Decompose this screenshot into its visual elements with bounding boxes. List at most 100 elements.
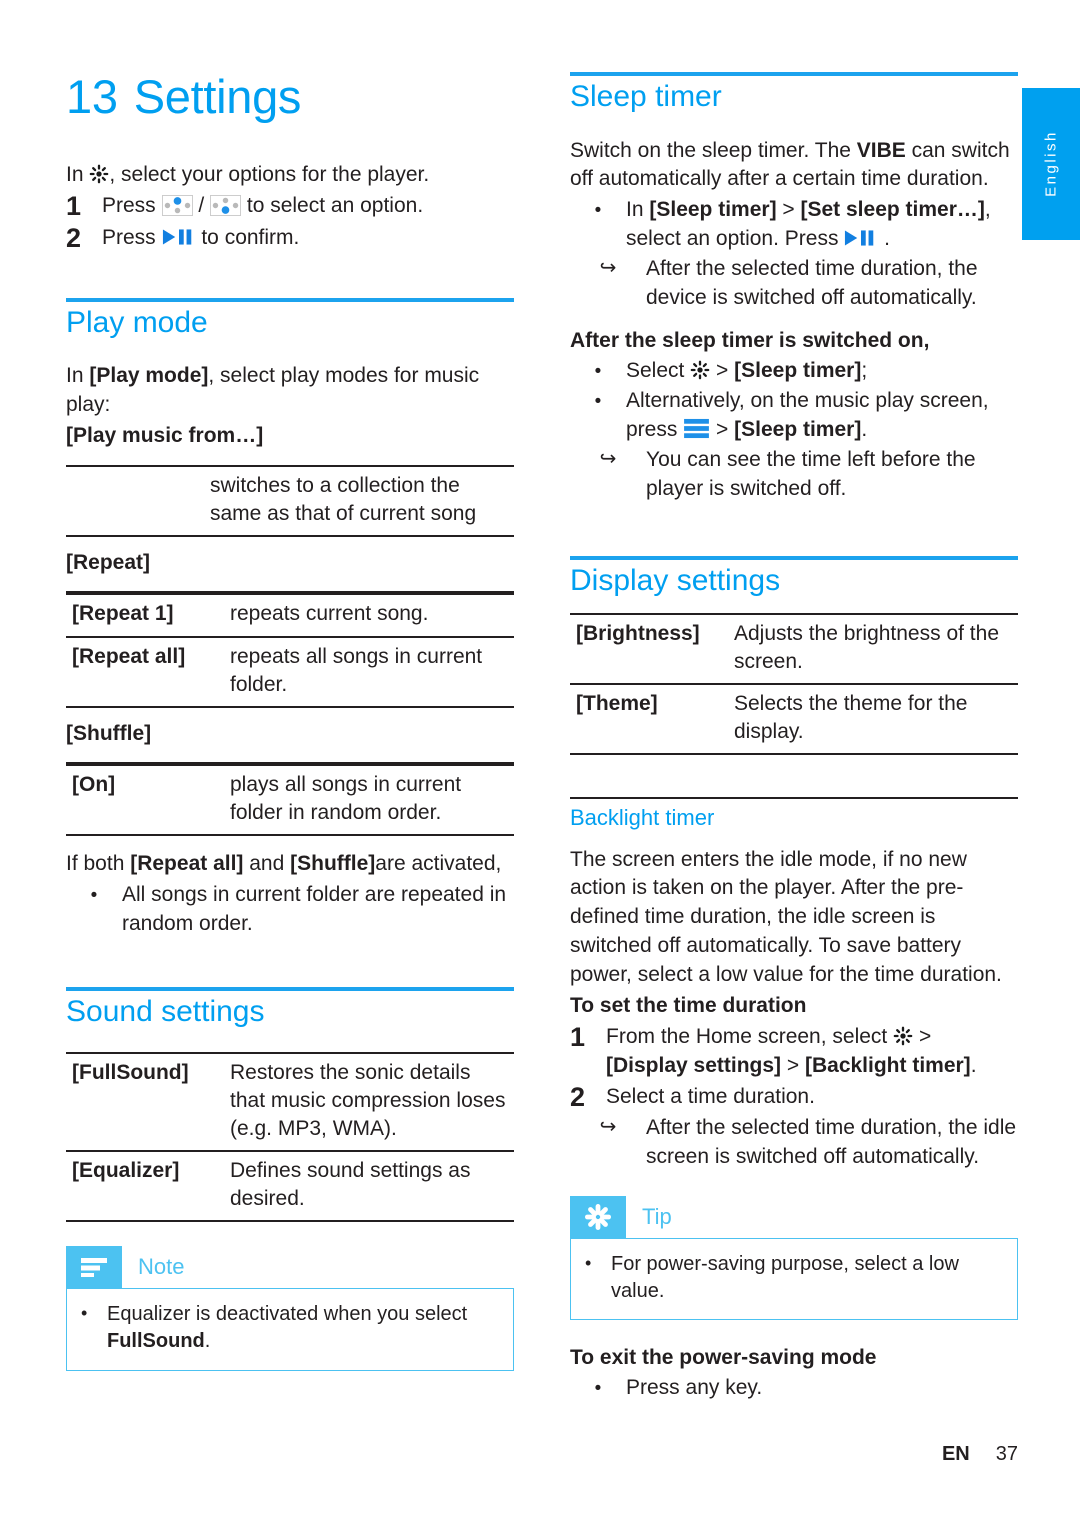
note-callout-header: Note bbox=[66, 1246, 514, 1289]
sleep-timer-intro: Switch on the sleep timer. The VIBE can … bbox=[570, 138, 1010, 191]
arrow-marker: ↪ bbox=[599, 448, 617, 471]
gear-icon bbox=[89, 163, 109, 185]
dpad-down-icon bbox=[210, 195, 242, 217]
tip-callout-title: Tip bbox=[642, 1203, 672, 1229]
sleep-timer-heading: Sleep timer bbox=[570, 80, 722, 113]
bullet-marker bbox=[66, 881, 122, 939]
row-value: Restores the sonic details that music co… bbox=[230, 1051, 514, 1153]
play-mode-intro: In [Play mode], select play modes for mu… bbox=[66, 364, 480, 417]
sleep-timer-result-2: ↪ You can see the time left before the p… bbox=[570, 446, 1018, 504]
bullet-marker: • bbox=[585, 1252, 592, 1273]
play-mode-section: Play mode In [Play mode], select play mo… bbox=[66, 297, 514, 939]
row-value: Adjusts the brightness of the screen. bbox=[734, 612, 1018, 685]
combined-modes-note: If both [Repeat all] and [Shuffle]are ac… bbox=[66, 852, 502, 876]
section-rule bbox=[570, 556, 1018, 561]
language-tab-label: English bbox=[1042, 130, 1060, 197]
step-number: 1 bbox=[66, 191, 82, 222]
row-value: Defines sound settings as desired. bbox=[230, 1151, 514, 1223]
gear-icon bbox=[893, 1025, 913, 1047]
step-text: Press to confirm. bbox=[102, 226, 300, 249]
sleep-timer-result: ↪ After the selected time duration, the … bbox=[570, 255, 1018, 313]
bullet-marker bbox=[570, 196, 626, 254]
table-row: [Repeat 1] repeats current song. bbox=[66, 593, 514, 638]
bullet-text: Press any key. bbox=[626, 1376, 763, 1400]
sound-settings-heading: Sound settings bbox=[66, 995, 265, 1029]
manual-page: 13 Settings In , select your options for … bbox=[0, 0, 1080, 1527]
set-time-duration-heading: To set the time duration bbox=[570, 994, 807, 1018]
row-key bbox=[66, 465, 210, 538]
row-key: [On] bbox=[66, 763, 230, 837]
intro-lead-before: In bbox=[66, 163, 90, 187]
menu-icon bbox=[683, 418, 710, 439]
note-callout-title: Note bbox=[138, 1254, 185, 1280]
backlight-step-1: 1 From the Home screen, select > [Displa… bbox=[570, 1023, 1018, 1081]
row-key: [Brightness] bbox=[570, 612, 734, 685]
shuffle-group-label: [Shuffle] bbox=[66, 708, 514, 764]
sleep-timer-section: Sleep timer Switch on the sleep timer. T… bbox=[570, 72, 1018, 504]
backlight-timer-heading: Backlight timer bbox=[570, 805, 715, 831]
intro-step-2: 2 Press to confirm. bbox=[66, 223, 514, 254]
note-lines-icon bbox=[66, 1246, 122, 1289]
play-mode-heading: Play mode bbox=[66, 305, 208, 339]
arrow-marker: ↪ bbox=[599, 257, 617, 280]
row-key: [Equalizer] bbox=[66, 1151, 230, 1223]
chapter-title: Settings bbox=[133, 70, 302, 123]
language-tab: English bbox=[1022, 88, 1080, 240]
chapter-number: 13 bbox=[66, 70, 118, 123]
table-row: [Brightness] Adjusts the brightness of t… bbox=[570, 612, 1018, 685]
section-rule bbox=[570, 72, 1018, 76]
step-text: Press / to select an option. bbox=[102, 194, 424, 218]
section-rule bbox=[66, 297, 514, 302]
arrow-text: You can see the time left before the pla… bbox=[646, 448, 976, 501]
intro-lead: In , select your options for the player. bbox=[66, 161, 514, 190]
table-row: [Repeat all] repeats all songs in curren… bbox=[66, 636, 514, 708]
sound-settings-section: Sound settings [FullSound] Restores the … bbox=[66, 987, 514, 1371]
bullet-text: All songs in current folder are repeated… bbox=[122, 883, 507, 936]
play-music-from-label: [Play music from…] bbox=[66, 424, 264, 448]
play-music-from-table: switches to a collection the same as tha… bbox=[66, 465, 514, 538]
bullet-marker bbox=[570, 1374, 626, 1403]
table-row: [On] plays all songs in current folder i… bbox=[66, 763, 514, 837]
row-key: [Repeat 1] bbox=[66, 593, 230, 638]
bullet-marker: • bbox=[81, 1303, 88, 1324]
after-sleep-timer-heading: After the sleep timer is switched on, bbox=[570, 329, 930, 353]
dpad-up-icon bbox=[161, 195, 193, 217]
table-row: [Theme] Selects the theme for the displa… bbox=[570, 683, 1018, 756]
display-settings-heading: Display settings bbox=[570, 564, 781, 598]
tip-callout-body: • For power-saving purpose, select a low… bbox=[570, 1237, 1018, 1321]
footer-page-number: 37 bbox=[995, 1443, 1018, 1465]
row-value: repeats current song. bbox=[230, 593, 514, 638]
row-value: switches to a collection the same as tha… bbox=[210, 465, 514, 538]
row-value: plays all songs in current folder in ran… bbox=[230, 763, 514, 837]
repeat-group-label: [Repeat] bbox=[66, 537, 514, 594]
tip-callout: Tip • For power-saving purpose, select a… bbox=[570, 1195, 1018, 1321]
backlight-timer-section: Backlight timer The screen enters the id… bbox=[570, 797, 1018, 1403]
sleep-timer-bullet: In [Sleep timer] > [Set sleep timer…], s… bbox=[570, 196, 1018, 254]
intro-step-1: 1 Press / to select an option. bbox=[66, 192, 514, 222]
table-row: [FullSound] Restores the sonic details t… bbox=[66, 1051, 514, 1153]
step-number: 2 bbox=[570, 1082, 586, 1113]
intro-lead-after: , select your options for the player. bbox=[109, 163, 430, 187]
display-settings-section: Display settings [Brightness] Adjusts th… bbox=[570, 556, 1018, 756]
sleep-timer-view-bullet-2: Alternatively, on the music play screen,… bbox=[570, 387, 1018, 445]
sound-settings-table: [FullSound] Restores the sonic details t… bbox=[66, 1051, 514, 1223]
section-rule bbox=[66, 987, 514, 992]
repeat-table: [Repeat 1] repeats current song. [Repeat… bbox=[66, 593, 514, 708]
play-pause-icon bbox=[162, 227, 196, 247]
arrow-text: After the selected time duration, the id… bbox=[646, 1115, 1017, 1168]
row-key: [Repeat all] bbox=[66, 636, 230, 708]
row-value: repeats all songs in current folder. bbox=[230, 636, 514, 708]
row-key: [Theme] bbox=[570, 683, 734, 756]
arrow-marker: ↪ bbox=[599, 1115, 617, 1138]
note-text: Equalizer is deactivated when you select… bbox=[107, 1303, 468, 1353]
arrow-text: After the selected time duration, the de… bbox=[646, 257, 978, 310]
display-settings-table: [Brightness] Adjusts the brightness of t… bbox=[570, 612, 1018, 756]
note-callout-body: • Equalizer is deactivated when you sele… bbox=[66, 1288, 514, 1371]
shuffle-table: [On] plays all songs in current folder i… bbox=[66, 763, 514, 837]
play-pause-icon bbox=[844, 228, 878, 248]
backlight-step-2: 2 Select a time duration. bbox=[570, 1083, 1018, 1113]
sleep-timer-view-bullet-1: Select > [Sleep timer]; bbox=[570, 357, 1018, 386]
footer-language-code: EN bbox=[941, 1443, 970, 1465]
backlight-result: ↪ After the selected time duration, the … bbox=[570, 1114, 1018, 1172]
table-row: [Equalizer] Defines sound settings as de… bbox=[66, 1151, 514, 1223]
